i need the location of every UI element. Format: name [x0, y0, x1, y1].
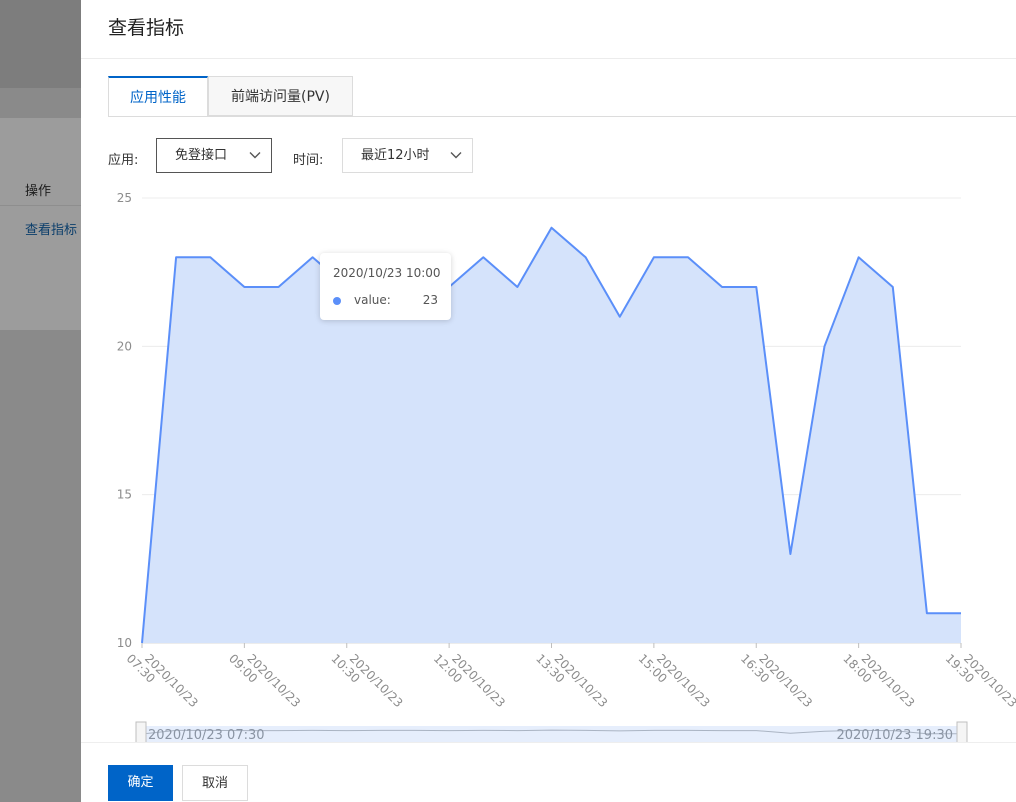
time-filter-label: 时间:: [293, 153, 324, 168]
time-select-value: 最近12小时: [361, 148, 430, 163]
tab-bar-line: [108, 116, 1016, 117]
background-column-header: 操作: [25, 184, 52, 199]
tab-app-performance[interactable]: 应用性能: [108, 76, 208, 117]
app-filter-label: 应用:: [108, 153, 139, 168]
tab-frontend-pv[interactable]: 前端访问量(PV): [208, 76, 353, 116]
background-divider: [0, 205, 81, 206]
x-tick-label: 2020/10/2315:00: [635, 642, 712, 719]
area-fill: [142, 227, 961, 643]
area-chart[interactable]: 25 20 15 102020/10/2307:30 2020/10/2309:00 20…: [81, 180, 1016, 742]
confirm-button[interactable]: 确定: [108, 765, 173, 801]
background-header: [0, 0, 81, 88]
tooltip-series-name: value:: [354, 293, 391, 307]
time-select[interactable]: 最近12小时: [342, 138, 473, 173]
tooltip-series-dot: [333, 297, 341, 305]
chevron-down-icon: [450, 152, 462, 159]
x-tick-label: 2020/10/2309:00: [226, 642, 303, 719]
tooltip-title: 2020/10/23 10:00: [333, 266, 441, 280]
app-select-value: 免登接口: [175, 148, 228, 163]
drawer-title: 查看指标: [108, 17, 185, 39]
slider-end-handle: [956, 721, 968, 742]
x-tick-label: 2020/10/2318:00: [840, 642, 917, 719]
x-tick-label: 2020/10/2313:30: [533, 642, 610, 719]
x-tick-label: 2020/10/2319:30: [943, 642, 1016, 719]
chart-tooltip: 2020/10/23 10:00 value: 23: [320, 253, 451, 320]
y-tick-label: 25: [117, 191, 132, 205]
tooltip-series-value: 23: [422, 293, 438, 307]
background-view-metrics-link[interactable]: 查看指标: [25, 219, 77, 238]
x-tick-label: 2020/10/2316:30: [738, 642, 815, 719]
app-select[interactable]: 免登接口: [156, 138, 272, 173]
chevron-down-icon: [249, 152, 261, 159]
slider-end-label: 2020/10/23 19:30: [836, 728, 953, 742]
slider-start-handle: [135, 721, 147, 742]
y-tick-label: 20: [117, 339, 132, 353]
x-tick-label: 2020/10/2307:30: [124, 642, 201, 719]
cancel-button[interactable]: 取消: [182, 765, 248, 801]
x-tick-label: 2020/10/2312:00: [431, 642, 508, 719]
y-tick-label: 10: [117, 636, 132, 650]
drawer-footer: 确定 取消: [81, 742, 1016, 802]
x-tick-label: 2020/10/2310:30: [328, 642, 405, 719]
slider-start-label: 2020/10/23 07:30: [148, 728, 265, 742]
title-divider: [81, 58, 1016, 59]
y-tick-label: 15: [117, 488, 132, 502]
metrics-drawer: 查看指标 应用性能 前端访问量(PV) 应用: 免登接口 时间: 最近12小时 …: [81, 0, 1016, 802]
